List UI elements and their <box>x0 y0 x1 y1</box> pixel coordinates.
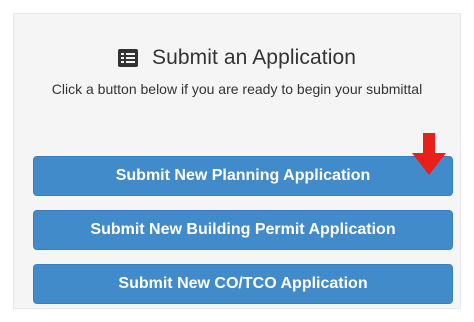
panel-title: Submit an Application <box>151 46 357 69</box>
button-label: Submit New CO/TCO Application <box>118 275 368 292</box>
submit-planning-application-button[interactable]: Submit New Planning Application <box>33 156 453 196</box>
button-label: Submit New Building Permit Application <box>90 221 396 238</box>
submit-co-tco-application-button[interactable]: Submit New CO/TCO Application <box>33 264 453 304</box>
list-icon <box>117 49 138 67</box>
down-arrow-icon <box>412 133 446 175</box>
submit-building-permit-application-button[interactable]: Submit New Building Permit Application <box>33 210 453 250</box>
panel-subtitle: Click a button below if you are ready to… <box>51 81 423 97</box>
submit-application-panel: Submit an Application Click a button bel… <box>13 13 461 309</box>
button-label: Submit New Planning Application <box>115 167 371 184</box>
panel-heading: Submit an Application <box>14 46 460 70</box>
